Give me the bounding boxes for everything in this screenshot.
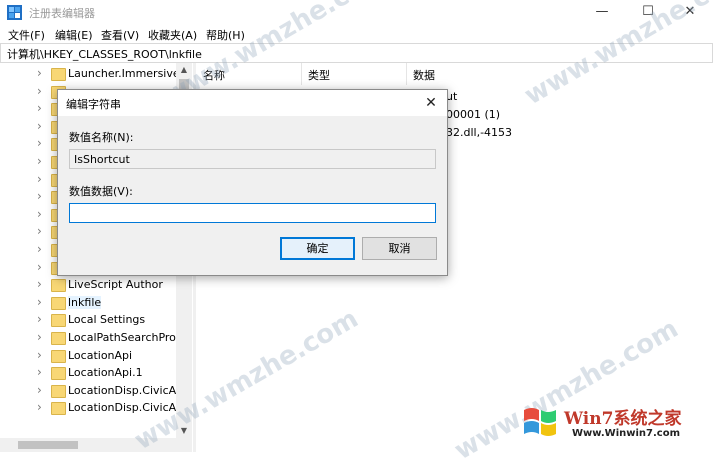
hscrollbar-thumb[interactable] <box>18 441 78 449</box>
tree-item-label: LocalPathSearchProvi <box>68 331 186 344</box>
expand-arrow-icon[interactable]: › <box>37 154 42 168</box>
dialog-close-icon[interactable]: ✕ <box>421 93 441 113</box>
folder-icon <box>51 296 66 310</box>
column-header-type[interactable]: 类型 <box>302 63 407 85</box>
expand-arrow-icon[interactable]: › <box>37 101 42 115</box>
tree-item[interactable]: › LocalPathSearchProvi <box>0 329 192 347</box>
tree-item-label: LocationApi.1 <box>68 366 143 380</box>
dialog-title-bar: 编辑字符串 ✕ <box>58 90 447 116</box>
minimize-button[interactable]: — <box>579 0 625 24</box>
tree-item[interactable]: › Launcher.ImmersiveA <box>0 65 192 83</box>
expand-arrow-icon[interactable]: › <box>37 312 42 326</box>
folder-icon <box>51 349 66 363</box>
dialog-title: 编辑字符串 <box>66 98 121 111</box>
cancel-button[interactable]: 取消 <box>362 237 437 260</box>
value-cell-data: 00001 (1) <box>446 108 501 121</box>
expand-arrow-icon[interactable]: › <box>37 66 42 80</box>
menu-file[interactable]: 文件(F) <box>8 27 45 43</box>
tree-item-label: lnkfile <box>68 295 102 309</box>
tree-item-label: LiveScript Author <box>68 278 163 292</box>
folder-icon <box>51 68 66 81</box>
edit-string-dialog: 编辑字符串 ✕ 数值名称(N): 数值数据(V): 确定 取消 <box>57 89 448 276</box>
expand-arrow-icon[interactable]: › <box>37 172 42 186</box>
value-name-field <box>69 149 436 169</box>
tree-item[interactable]: › LiveScript Author <box>0 276 192 294</box>
expand-arrow-icon[interactable]: › <box>37 189 42 203</box>
folder-icon <box>51 402 66 416</box>
expand-arrow-icon[interactable]: › <box>37 242 42 256</box>
expand-arrow-icon[interactable]: › <box>37 224 42 238</box>
tree-item[interactable]: › LocationApi <box>0 347 192 365</box>
window-title: 注册表编辑器 <box>29 7 95 20</box>
expand-arrow-icon[interactable]: › <box>37 295 42 309</box>
tree-item[interactable]: › LocationApi.1 <box>0 364 192 382</box>
expand-arrow-icon[interactable]: › <box>37 207 42 221</box>
brand-name: Win7系统之家 <box>564 409 682 429</box>
expand-arrow-icon[interactable]: › <box>37 84 42 98</box>
expand-arrow-icon[interactable]: › <box>37 400 42 414</box>
value-name-label: 数值名称(N): <box>69 131 134 144</box>
expand-arrow-icon[interactable]: › <box>37 365 42 379</box>
expand-arrow-icon[interactable]: › <box>37 277 42 291</box>
regedit-app-icon <box>7 5 22 20</box>
tree-item[interactable]: › lnkfile <box>0 294 192 312</box>
folder-icon <box>51 367 66 381</box>
expand-arrow-icon[interactable]: › <box>37 383 42 397</box>
folder-icon <box>51 384 66 398</box>
tree-item-label: Local Settings <box>68 313 146 327</box>
windows-flag-logo-icon <box>524 408 556 436</box>
menu-favorites[interactable]: 收藏夹(A) <box>148 27 197 43</box>
tree-item-label: LocationApi <box>68 348 133 362</box>
tree-item[interactable]: › LocationDisp.CivicAd <box>0 382 192 400</box>
value-cell-data: 32.dll,-4153 <box>446 126 513 139</box>
tree-item[interactable]: › Local Settings <box>0 311 192 329</box>
expand-arrow-icon[interactable]: › <box>37 348 42 362</box>
tree-item-label: LocationDisp.CivicAd <box>68 383 183 397</box>
brand-url: Www.Winwin7.com <box>572 428 681 439</box>
folder-icon <box>51 314 66 328</box>
expand-arrow-icon[interactable]: › <box>37 136 42 150</box>
expand-arrow-icon[interactable]: › <box>37 330 42 344</box>
address-path: 计算机\HKEY_CLASSES_ROOT\lnkfile <box>7 48 202 61</box>
menu-edit[interactable]: 编辑(E) <box>55 27 93 43</box>
folder-icon <box>51 279 66 293</box>
menu-view[interactable]: 查看(V) <box>101 27 139 43</box>
folder-icon <box>51 332 66 345</box>
brand-watermark: Win7系统之家 Www.Winwin7.com <box>520 398 710 448</box>
value-data-input[interactable] <box>69 203 436 223</box>
expand-arrow-icon[interactable]: › <box>37 119 42 133</box>
ok-button[interactable]: 确定 <box>280 237 355 260</box>
value-data-label: 数值数据(V): <box>69 185 133 198</box>
expand-arrow-icon[interactable]: › <box>37 260 42 274</box>
